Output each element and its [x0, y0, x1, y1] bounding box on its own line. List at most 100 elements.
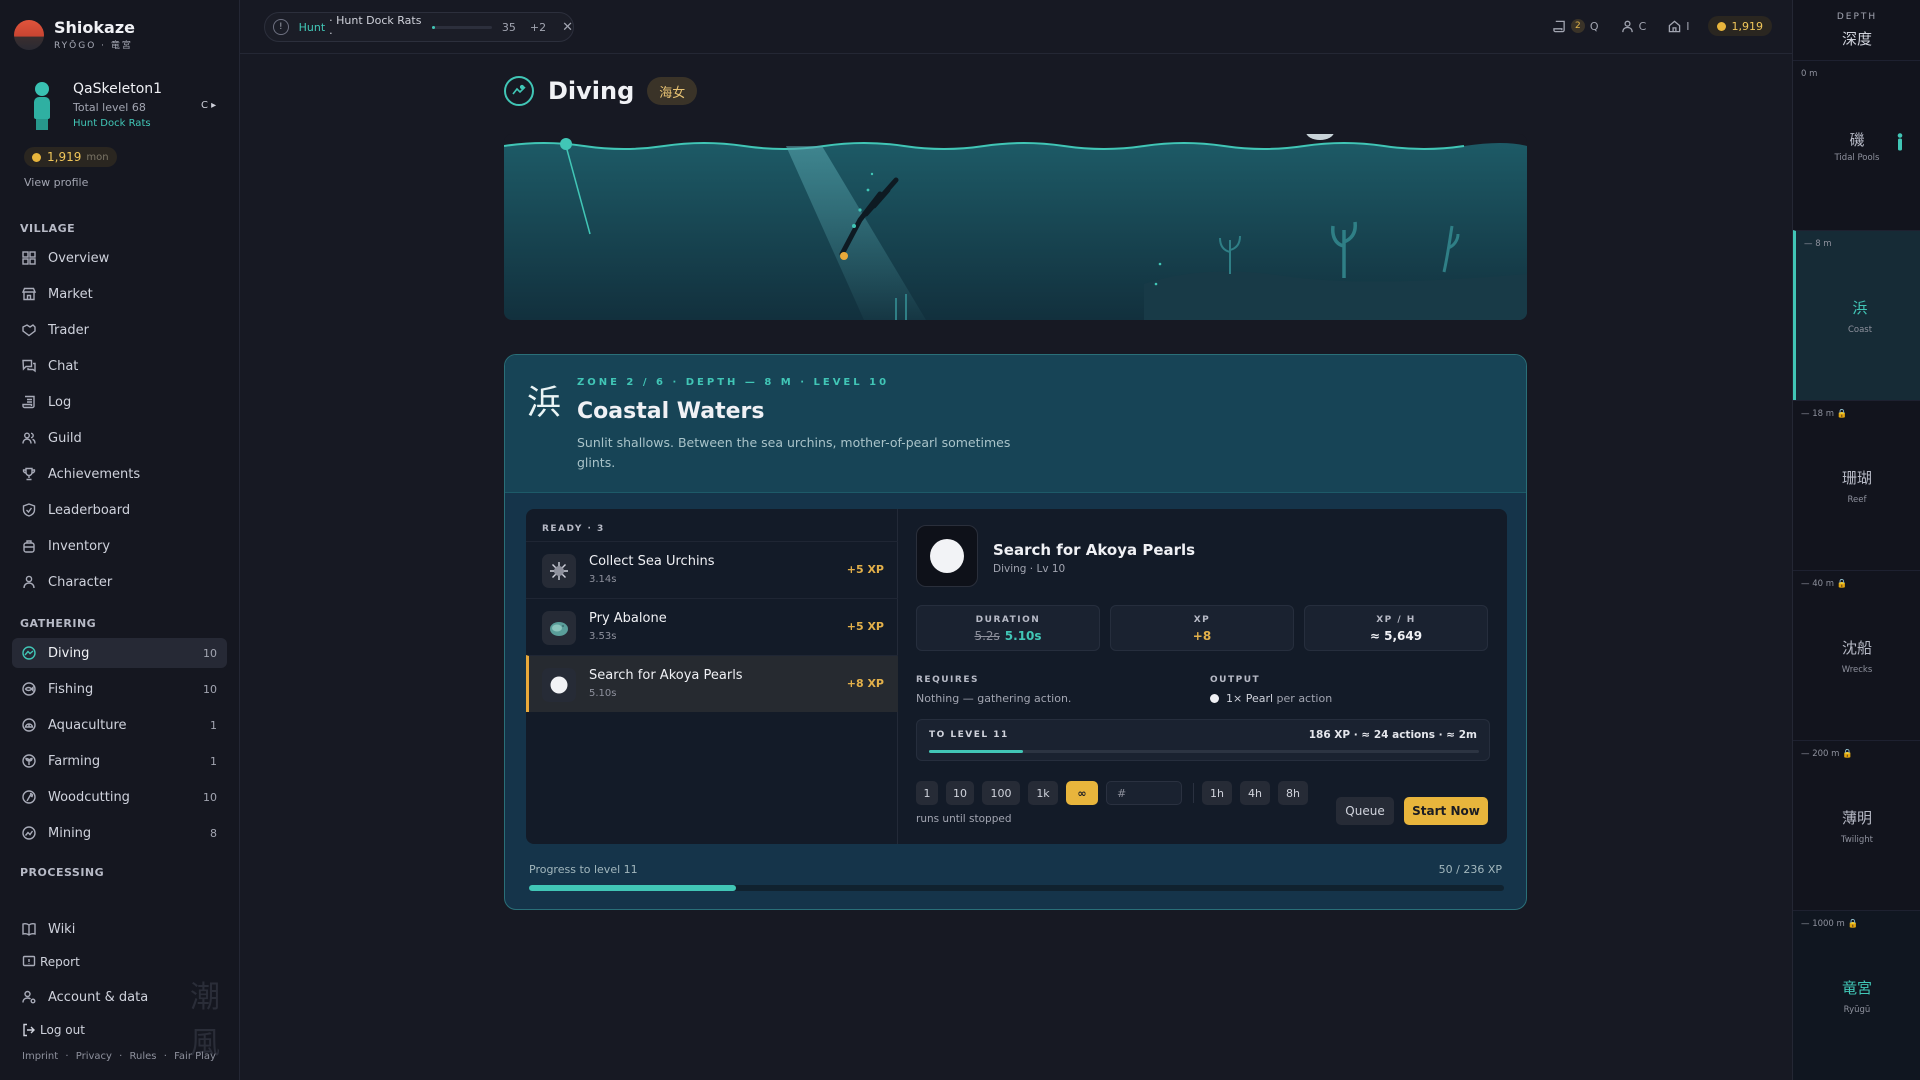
qty-100-button[interactable]: 100 [982, 781, 1020, 805]
active-task-pill[interactable]: ! Hunt · Hunt Dock Rats · 35 +2 ✕ [264, 12, 574, 42]
skill-progress-track [529, 885, 1504, 891]
task-count: 35 [501, 20, 516, 34]
qty-1k-button[interactable]: 1k [1028, 781, 1058, 805]
sidebar-item-wiki[interactable]: Wiki [12, 914, 227, 944]
privacy-link[interactable]: Privacy [76, 1051, 112, 1062]
depth-zone-coast[interactable]: — 8 m 浜 Coast [1793, 230, 1920, 400]
page-title: Diving [548, 77, 635, 105]
skill-level-badge: 8 [210, 826, 217, 840]
action-xp: +8 XP [846, 677, 884, 690]
depth-zone-ryugu[interactable]: — 1000 m 🔒 竜宮 Ryūgū [1793, 910, 1920, 1080]
view-profile-link[interactable]: View profile [24, 176, 88, 189]
sidebar-item-market[interactable]: Market [12, 279, 227, 309]
sidebar-item-overview[interactable]: Overview [12, 243, 227, 273]
ready-label: READY · 3 [542, 524, 605, 534]
book-icon [22, 922, 36, 936]
depth-mark: — 40 m 🔒 [1801, 579, 1848, 589]
fair-play-link[interactable]: Fair Play [174, 1051, 216, 1062]
next-level-fill [929, 750, 1023, 753]
close-task-button[interactable]: ✕ [562, 20, 573, 35]
list-item-selected[interactable]: Search for Akoya Pearls 5.10s +8 XP [526, 655, 898, 712]
sidebar: Shiokaze RYŌGO · 竜宮 QaSkeleton1 Total le… [0, 0, 240, 1080]
pickaxe-icon [22, 826, 36, 840]
queued-tasks-count[interactable]: +2 [530, 21, 546, 34]
sidebar-item-label: Character [48, 574, 113, 590]
action-name: Search for Akoya Pearls [589, 668, 743, 683]
depth-zone-reef[interactable]: — 18 m 🔒 珊瑚 Reef [1793, 400, 1920, 570]
shell-icon [22, 718, 36, 732]
rules-link[interactable]: Rules [130, 1051, 157, 1062]
sidebar-item-fishing[interactable]: Fishing 10 [12, 674, 227, 704]
depth-zone-twilight[interactable]: — 200 m 🔒 薄明 Twilight [1793, 740, 1920, 910]
next-level-track [929, 750, 1479, 753]
sidebar-item-character[interactable]: Character [12, 567, 227, 597]
trophy-icon [22, 467, 36, 481]
xp-per-hour-value: ≈ 5,649 [1369, 629, 1423, 643]
sidebar-item-report[interactable]: Report [12, 947, 227, 977]
profile-card[interactable]: QaSkeleton1 Total level 68 Hunt Dock Rat… [28, 78, 223, 138]
depth-zone-wrecks[interactable]: — 40 m 🔒 沈船 Wrecks [1793, 570, 1920, 740]
list-item[interactable]: Pry Abalone 3.53s +5 XP [526, 598, 898, 655]
qty-custom-input[interactable]: # [1106, 781, 1182, 805]
person-icon [22, 575, 36, 589]
sidebar-item-chat[interactable]: Chat [12, 351, 227, 381]
action-xp: +5 XP [846, 563, 884, 576]
qty-infinite-button[interactable]: ∞ [1066, 781, 1098, 805]
profile-menu-toggle[interactable]: C ▸ [201, 100, 216, 111]
sidebar-item-diving[interactable]: Diving 10 [12, 638, 227, 668]
sidebar-item-trader[interactable]: Trader [12, 315, 227, 345]
depth-zone-kanji: 浜 [1852, 299, 1868, 317]
skill-level-badge: 1 [210, 754, 217, 768]
profile-current-task[interactable]: Hunt Dock Rats [73, 118, 151, 129]
skill-level-badge: 10 [203, 790, 217, 804]
duration-1h-button[interactable]: 1h [1202, 781, 1232, 805]
depth-mark: — 1000 m 🔒 [1801, 919, 1859, 929]
skill-progress-fill [529, 885, 736, 891]
sidebar-item-leaderboard[interactable]: Leaderboard [12, 495, 227, 525]
sidebar-item-log[interactable]: Log [12, 387, 227, 417]
depth-zone-kanji: 沈船 [1841, 639, 1872, 657]
character-button[interactable]: C [1621, 20, 1646, 33]
sidebar-item-farming[interactable]: Farming 1 [12, 746, 227, 776]
chat-icon [22, 359, 36, 373]
duration-4h-button[interactable]: 4h [1240, 781, 1270, 805]
sidebar-item-label: Woodcutting [48, 789, 130, 805]
depth-zone-tidal-pools[interactable]: 0 m 磯 Tidal Pools [1793, 60, 1920, 230]
flag-icon [22, 955, 36, 969]
brand-name: Shiokaze [54, 18, 135, 37]
section-gathering: GATHERING [20, 617, 97, 630]
brand[interactable]: Shiokaze RYŌGO · 竜宮 [14, 18, 135, 51]
imprint-link[interactable]: Imprint [22, 1051, 58, 1062]
sidebar-item-achievements[interactable]: Achievements [12, 459, 227, 489]
coins-value: 1,919 [47, 150, 82, 164]
list-item[interactable]: Collect Sea Urchins 3.14s +5 XP [526, 541, 898, 598]
sidebar-item-label: Diving [48, 645, 90, 661]
depth-rail: DEPTH 深度 0 m 磯 Tidal Pools — 8 m 浜 Coast… [1792, 0, 1920, 1080]
brand-subtitle: RYŌGO · 竜宮 [54, 41, 133, 51]
queue-button[interactable]: Queue [1336, 797, 1394, 825]
coin-icon [1716, 21, 1726, 31]
next-level-info: 186 XP · ≈ 24 actions · ≈ 2m [1308, 729, 1477, 741]
sidebar-item-guild[interactable]: Guild [12, 423, 227, 453]
skill-level-badge: 10 [203, 682, 217, 696]
inventory-button[interactable]: I [1668, 20, 1690, 33]
depth-zone-name: Twilight [1841, 835, 1873, 845]
qty-1-button[interactable]: 1 [916, 781, 938, 805]
pearl-icon [1210, 694, 1219, 703]
sidebar-item-label: Wiki [48, 921, 76, 937]
sidebar-item-woodcutting[interactable]: Woodcutting 10 [12, 782, 227, 812]
sidebar-item-label: Achievements [48, 466, 141, 482]
qty-10-button[interactable]: 10 [946, 781, 974, 805]
start-now-button[interactable]: Start Now [1404, 797, 1488, 825]
sidebar-item-inventory[interactable]: Inventory [12, 531, 227, 561]
topbar: ! Hunt · Hunt Dock Rats · 35 +2 ✕ 2 Q C … [240, 0, 1792, 54]
depth-zone-kanji: 珊瑚 [1841, 469, 1872, 487]
sidebar-item-label: Trader [48, 322, 89, 338]
quests-button[interactable]: 2 Q [1553, 19, 1599, 33]
duration-stat: DURATION 5.2s 5.10s [916, 605, 1100, 651]
sidebar-item-aquaculture[interactable]: Aquaculture 1 [12, 710, 227, 740]
duration-8h-button[interactable]: 8h [1278, 781, 1308, 805]
action-time: 5.10s [589, 688, 617, 699]
depth-mark: — 18 m 🔒 [1801, 409, 1848, 419]
sidebar-item-mining[interactable]: Mining 8 [12, 818, 227, 848]
